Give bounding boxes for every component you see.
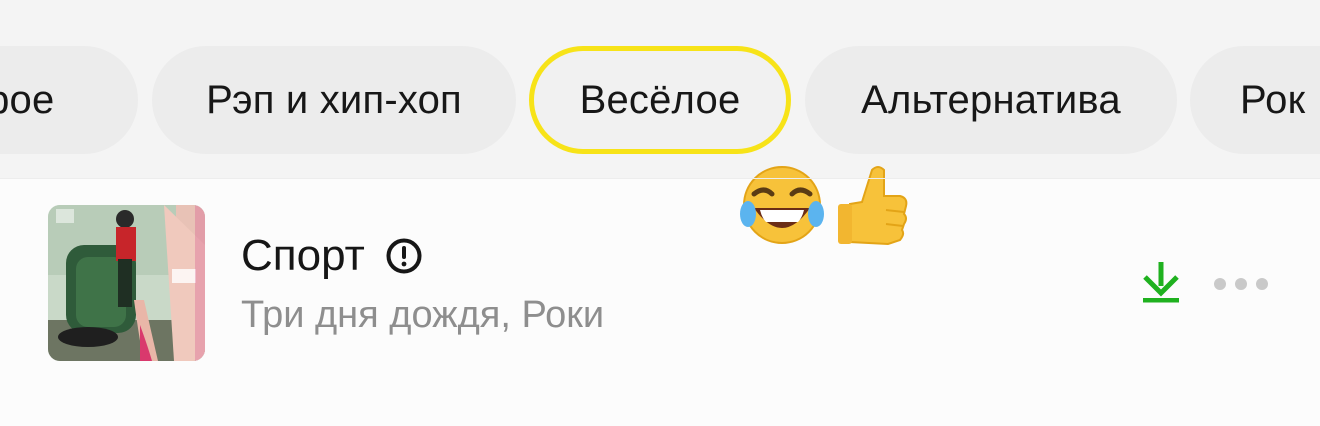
- track-title[interactable]: Спорт: [241, 231, 365, 281]
- laughing-thumbs-up-emoji-icon: [740, 166, 908, 246]
- download-icon[interactable]: [1140, 260, 1182, 304]
- genre-chips: дрое Рэп и хип-хоп Весёлое Альтернатива …: [0, 46, 1320, 154]
- genre-chip-alternative[interactable]: Альтернатива: [805, 46, 1177, 154]
- track-list: Спорт Три дня дождя, Роки: [0, 178, 1320, 426]
- album-cover-art: [48, 205, 205, 361]
- divider: [0, 178, 1320, 179]
- track-artist[interactable]: Три дня дождя, Роки: [241, 294, 604, 337]
- genre-chip-cheerful[interactable]: Весёлое: [529, 46, 791, 154]
- more-dots-icon[interactable]: [1212, 275, 1270, 293]
- genre-chip-rock[interactable]: Рок: [1190, 46, 1320, 154]
- genre-chip-0[interactable]: дрое: [0, 46, 138, 154]
- album-cover[interactable]: [48, 205, 205, 361]
- track-title-row: Спорт: [241, 226, 423, 286]
- genre-filter-bar: дрое Рэп и хип-хоп Весёлое Альтернатива …: [0, 0, 1320, 178]
- exclamation-circle-icon: [386, 238, 422, 274]
- genre-chip-rap-hiphop[interactable]: Рэп и хип-хоп: [152, 46, 516, 154]
